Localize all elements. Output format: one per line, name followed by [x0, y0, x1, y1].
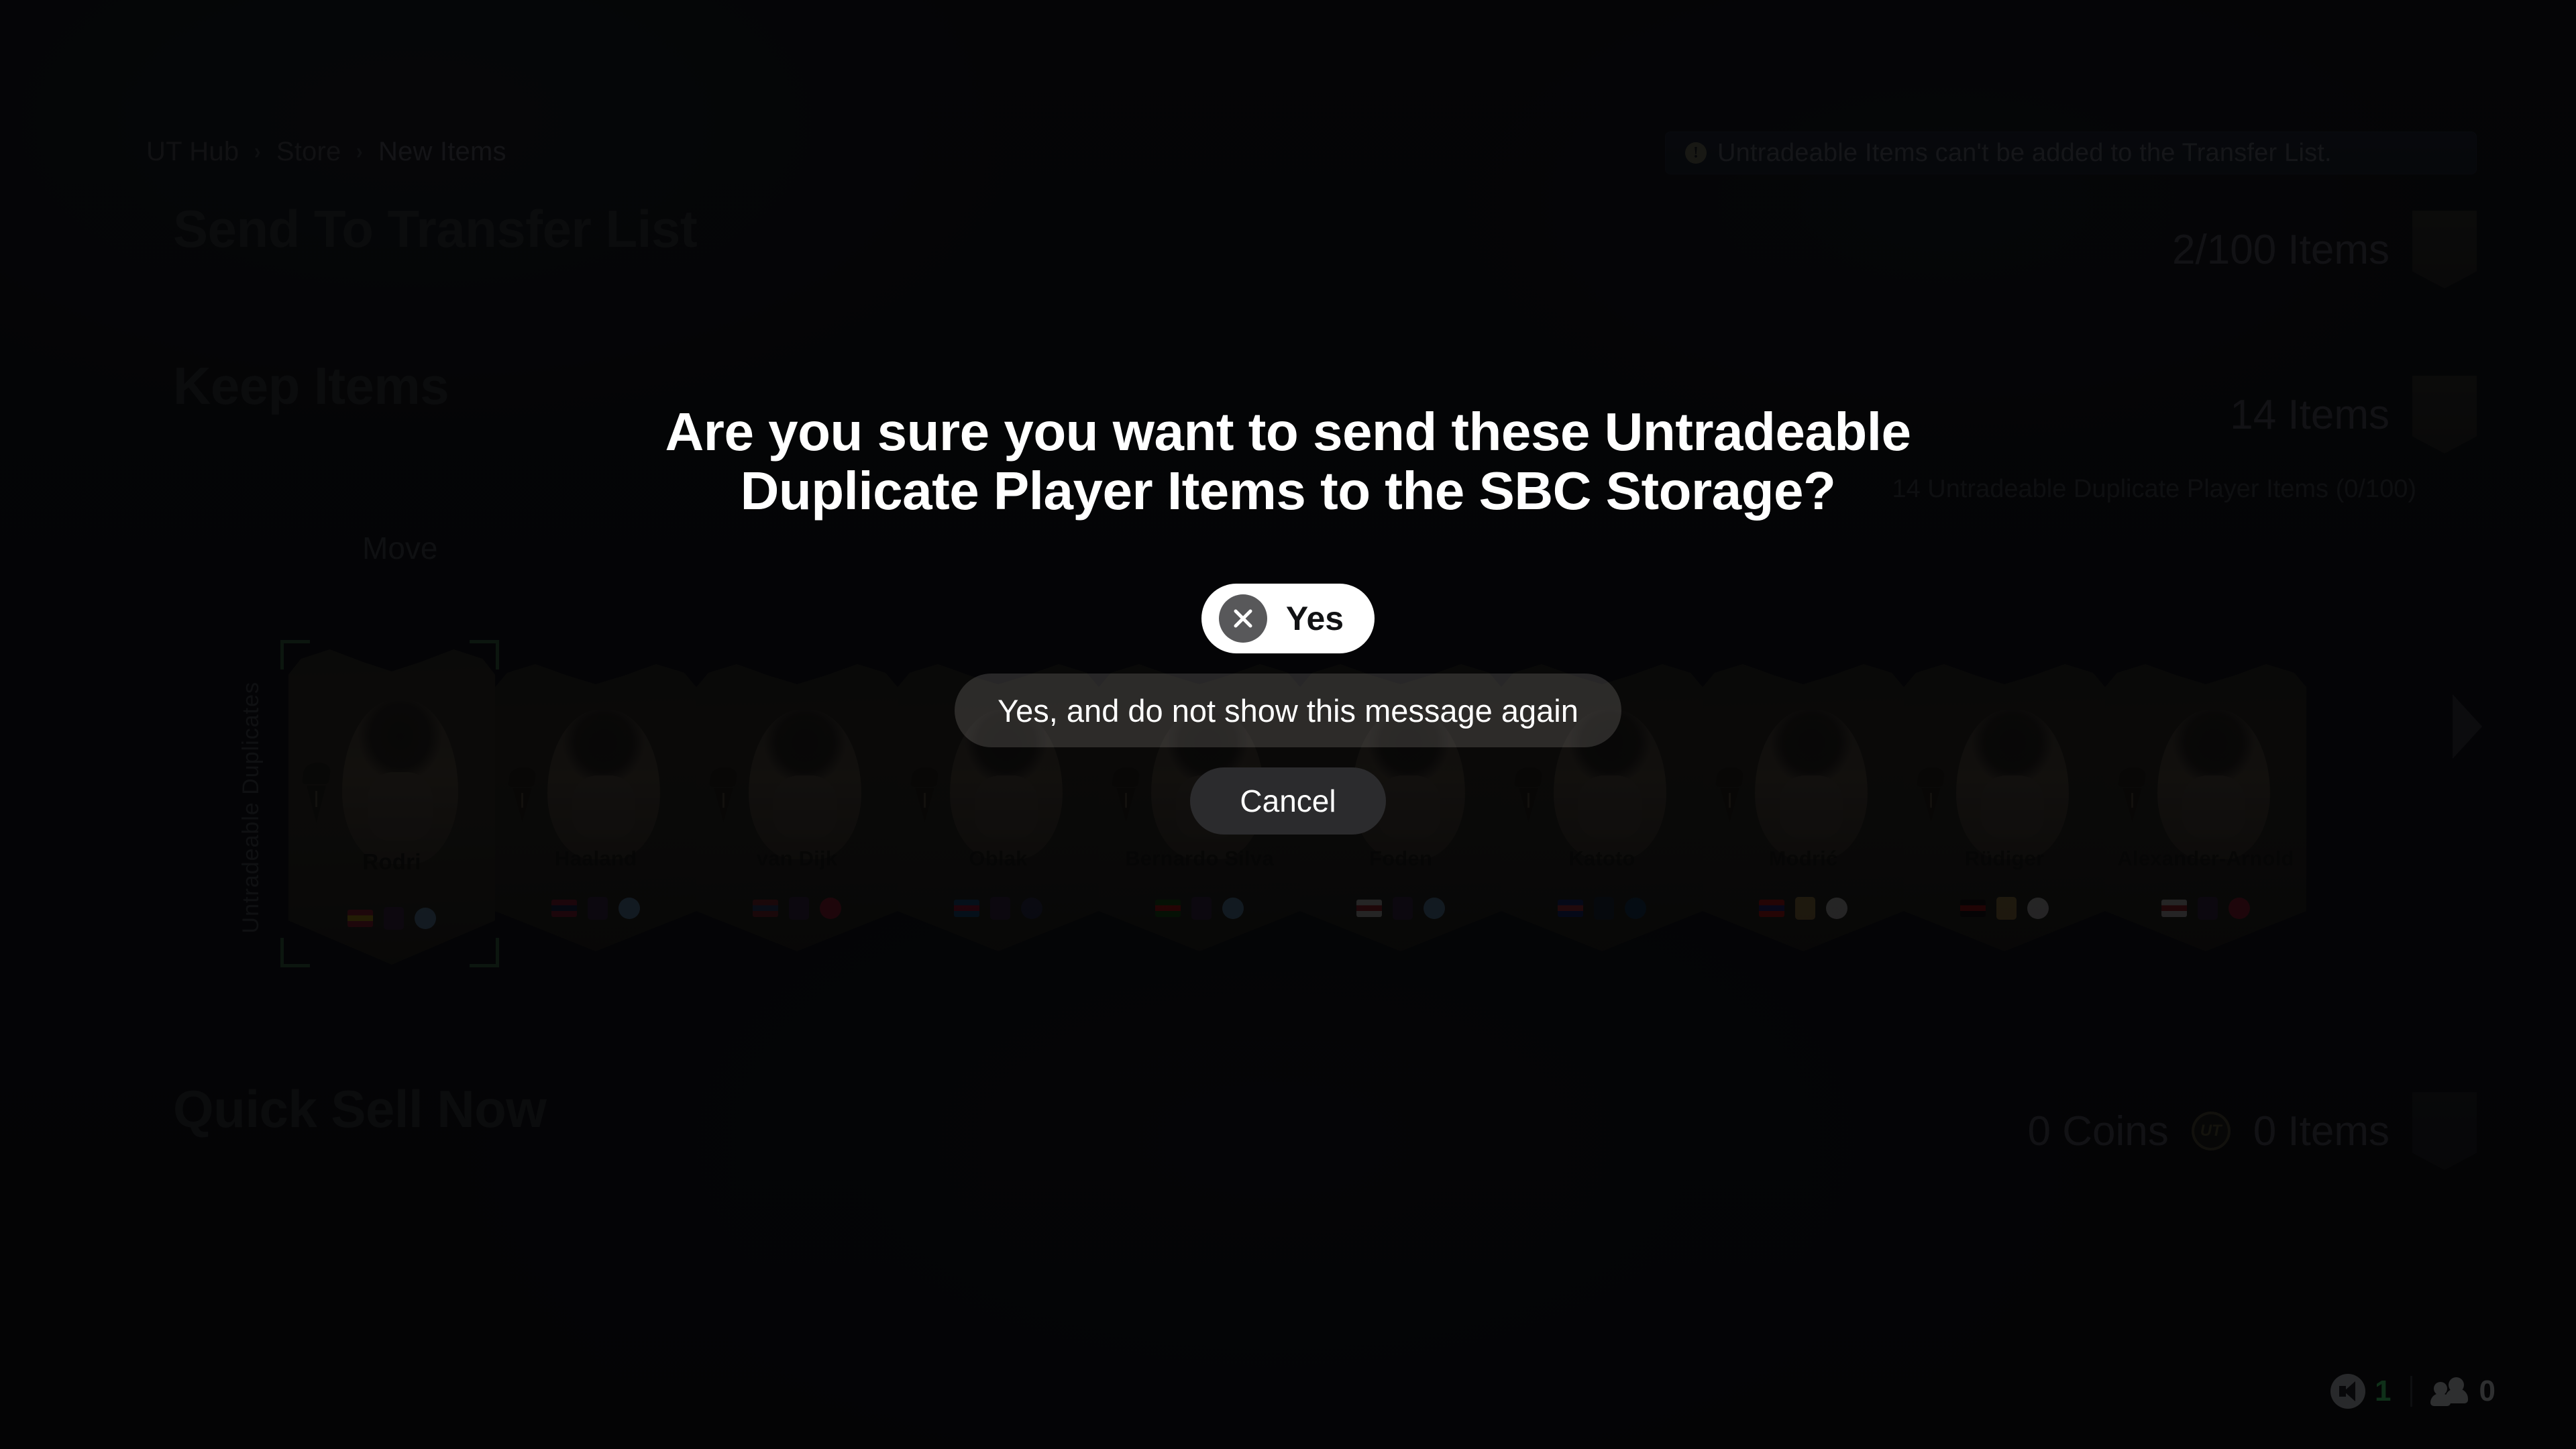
game-screen: UT Hub › Store › New Items ! Untradeable… — [0, 0, 2576, 1449]
yes-dont-show-again-button[interactable]: Yes, and do not show this message again — [955, 674, 1621, 747]
cancel-button[interactable]: Cancel — [1190, 767, 1386, 835]
yes-button[interactable]: Yes — [1201, 584, 1375, 653]
yes-dont-show-again-label: Yes, and do not show this message again — [998, 692, 1578, 729]
dialog-buttons: Yes Yes, and do not show this message ag… — [955, 584, 1621, 835]
dialog-title: Are you sure you want to send these Untr… — [665, 402, 1911, 521]
yes-button-label: Yes — [1285, 600, 1344, 637]
cancel-button-label: Cancel — [1240, 784, 1336, 818]
x-button-icon — [1218, 594, 1267, 643]
confirmation-dialog: Are you sure you want to send these Untr… — [617, 0, 1959, 1449]
